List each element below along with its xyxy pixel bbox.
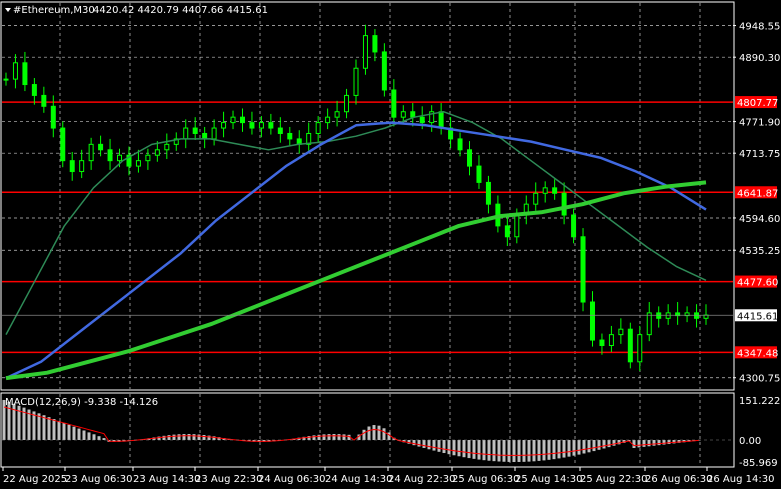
candle-body [60,127,66,162]
candle-body [533,192,539,205]
time-label: 26 Aug 06:30 [645,474,712,485]
price-tick-label: 4535.25 [739,246,780,257]
candle-body [164,143,170,151]
candle-body [230,116,236,124]
candle-body [3,78,9,81]
candle-body [627,328,633,363]
candle-body [618,328,624,336]
candle-body [608,334,614,347]
candle-body [202,132,208,140]
candle-body [135,160,141,167]
candle-body [542,187,548,194]
candle-body [50,105,56,129]
level-price-label: 4807.77 [737,98,778,109]
candle-body [514,214,520,238]
candle-body [192,127,198,134]
candle-body [561,192,567,216]
time-label: 24 Aug 14:30 [325,474,392,485]
candle-body [221,122,227,129]
price-tick-label: 4594.60 [739,214,780,225]
symbol-label: #Ethereum,M30 [13,5,95,16]
candle-body [457,138,463,151]
candle-body [22,62,28,86]
candle-body [277,127,283,134]
time-label: 25 Aug 06:30 [452,474,519,485]
candle-body [504,225,510,238]
price-chart[interactable]: 4807.77 4641.87 4477.60 4347.48 151.222 0.00… [0,0,781,489]
candle-body [41,94,47,107]
level-price-label: 4641.87 [737,188,778,199]
level-price-label: 4477.60 [737,278,778,289]
candle-body [400,111,406,118]
current-price-label: 4415.61 [737,311,778,322]
candle-body [637,334,643,363]
time-label: 25 Aug 14:30 [515,474,582,485]
candle-body [589,301,595,341]
candle-body [287,132,293,140]
price-tick-label: 4948.55 [739,22,780,33]
candle-body [362,35,368,69]
candle-body [552,187,558,194]
candle-body [249,122,255,129]
candle-body [391,89,397,118]
candle-body [467,149,473,167]
candle-body [12,62,18,80]
candle-body [117,154,123,162]
candle-body [334,111,340,118]
price-tick-label: 4771.90 [739,118,780,129]
price-tick-label: 4300.75 [739,374,780,385]
candle-body [571,214,577,238]
candle-body [88,143,94,162]
candle-body [79,160,85,173]
candle-body [485,181,491,205]
candle-body [410,111,416,118]
candle-body [211,127,217,140]
candle-body [31,84,37,96]
candle-body [145,154,151,162]
candle-body [419,116,425,124]
candle-body [580,236,586,303]
candle-body [344,94,350,113]
macd-tick-label: 151.222 [739,396,780,407]
candle-body [599,339,605,347]
candle-body [183,127,189,140]
level-price-label: 4347.48 [737,348,778,359]
candle-body [381,51,387,91]
candle-body [258,122,264,129]
candle-body [438,111,444,129]
price-tick-label: 4713.75 [739,149,780,160]
candle-body [107,149,113,162]
time-label: 26 Aug 14:30 [707,474,774,485]
macd-tick-label: 0.00 [739,436,761,447]
candle-body [353,67,359,96]
macd-tick-label: -85.969 [739,458,778,469]
candle-body [372,35,378,53]
candle-body [69,160,75,173]
time-label: 25 Aug 22:30 [580,474,647,485]
candle-body [154,149,160,156]
time-label: 22 Aug 2025 [3,474,67,485]
time-label: 24 Aug 06:30 [258,474,325,485]
candle-body [646,312,652,336]
time-label: 23 Aug 14:30 [133,474,200,485]
time-label: 23 Aug 22:30 [195,474,262,485]
price-tick-label: 4890.30 [739,53,780,64]
candle-body [325,116,331,124]
candle-body [239,116,245,124]
candle-body [476,165,482,183]
candle-body [98,143,104,151]
candle-body [315,122,321,134]
macd-label: MACD(12,26,9) -9.338 -14.126 [5,397,158,408]
time-label: 23 Aug 06:30 [65,474,132,485]
ohlc-values: 4420.42 4420.79 4407.66 4415.61 [93,5,268,16]
candle-body [268,122,274,129]
time-label: 24 Aug 22:30 [388,474,455,485]
